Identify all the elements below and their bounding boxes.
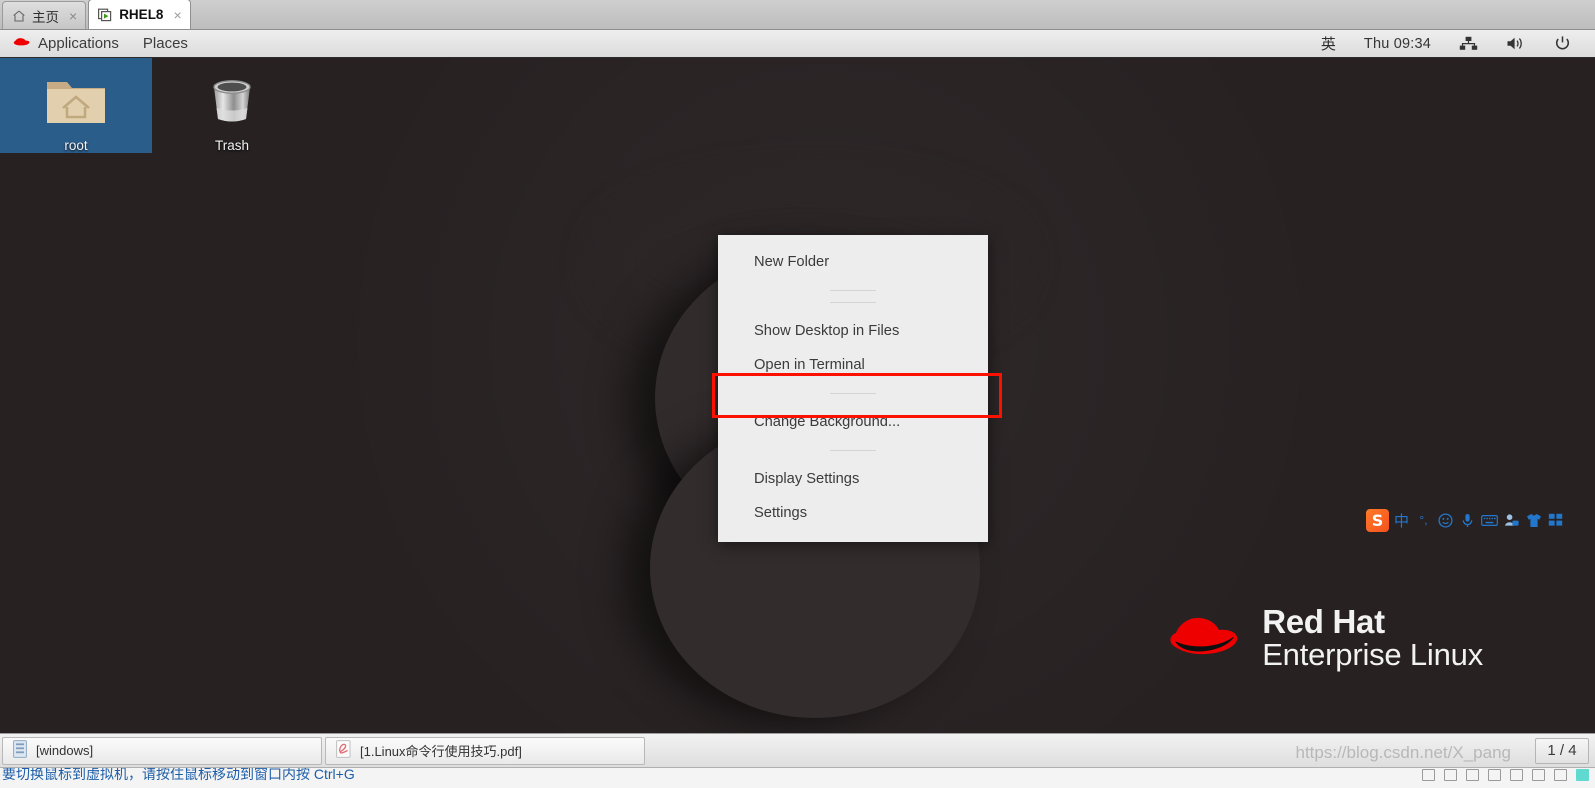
keyboard-icon[interactable] — [1480, 509, 1499, 531]
clipped-status-text: 要切换鼠标到虚拟机，请按住鼠标移动到窗口内按 Ctrl+G — [2, 767, 355, 782]
sogou-logo-icon[interactable]: S — [1366, 508, 1389, 532]
desktop-icon-root-label: root — [64, 138, 88, 153]
status-icon-printer[interactable] — [1532, 769, 1545, 781]
places-menu-label: Places — [142, 35, 188, 52]
home-icon — [12, 9, 26, 23]
clipped-status-icons — [1422, 769, 1589, 781]
context-menu-item-change-background[interactable]: Change Background... — [718, 405, 988, 439]
account-icon[interactable] — [1502, 509, 1521, 531]
status-icon-hdd[interactable] — [1422, 769, 1435, 781]
trash-icon — [156, 70, 308, 132]
clock-label: Thu 09:34 — [1363, 35, 1431, 52]
window-icon — [13, 740, 27, 761]
red-hat-fedora-logo — [1166, 608, 1242, 669]
rhel-brand-line2: Enterprise Linux — [1262, 637, 1483, 673]
input-method-label: 英 — [1320, 36, 1336, 53]
input-method-indicator[interactable]: 英 — [1307, 30, 1350, 57]
volume-icon[interactable] — [1492, 30, 1540, 57]
taskbar-button-windows-label: [windows] — [36, 743, 94, 758]
taskbar: [windows] [1.Linux命令行使用技巧.pdf] 1 / 4 — [0, 733, 1595, 767]
context-menu-item-show-desktop-in-files[interactable]: Show Desktop in Files — [718, 314, 988, 348]
panel-right-group: 英 Thu 09:34 — [1307, 30, 1595, 57]
microphone-icon[interactable] — [1458, 509, 1477, 531]
taskbar-button-windows[interactable]: [windows] — [2, 736, 322, 765]
status-icon-usb[interactable] — [1488, 769, 1501, 781]
context-menu-separator — [830, 290, 876, 291]
rhel-brand-line1: Red Hat — [1262, 603, 1385, 641]
context-menu-separator — [830, 450, 876, 451]
screen-root: 主页 × RHEL8 × Applications Places 英 Thu 0… — [0, 0, 1595, 788]
rhel-branding-text: Red Hat Enterprise Linux — [1262, 605, 1483, 671]
vm-tab-home-label: 主页 — [32, 9, 59, 25]
network-icon[interactable] — [1445, 30, 1492, 57]
status-icon-cd[interactable] — [1444, 769, 1457, 781]
ime-mode-toggle[interactable]: 中 — [1392, 509, 1411, 531]
virtual-machine-icon — [98, 8, 113, 22]
status-icon-vmware[interactable] — [1576, 769, 1589, 781]
context-menu-item-new-folder[interactable]: New Folder — [718, 245, 988, 279]
context-menu-item-open-in-terminal[interactable]: Open in Terminal — [718, 348, 988, 382]
taskbar-button-pdf[interactable]: [1.Linux命令行使用技巧.pdf] — [325, 736, 645, 765]
rhel-branding: Red Hat Enterprise Linux — [1166, 605, 1483, 671]
redhat-logo-icon — [12, 35, 31, 53]
taskbar-button-pdf-label: [1.Linux命令行使用技巧.pdf] — [360, 744, 522, 759]
clock[interactable]: Thu 09:34 — [1350, 30, 1445, 57]
status-icon-sound[interactable] — [1510, 769, 1523, 781]
power-icon[interactable] — [1540, 30, 1585, 57]
context-menu-item-display-settings[interactable]: Display Settings — [718, 462, 988, 496]
vm-tab-rhel8[interactable]: RHEL8 × — [88, 0, 191, 29]
vm-tab-strip: 主页 × RHEL8 × — [0, 0, 1595, 30]
status-icon-display[interactable] — [1554, 769, 1567, 781]
grid-more-icon[interactable] — [1546, 509, 1565, 531]
pdf-icon — [336, 740, 351, 761]
places-menu[interactable]: Places — [131, 30, 200, 57]
page-indicator: 1 / 4 — [1535, 737, 1589, 764]
context-menu-separator — [830, 393, 876, 394]
applications-menu-label: Applications — [38, 35, 119, 52]
status-icon-net[interactable] — [1466, 769, 1479, 781]
emoji-icon[interactable] — [1436, 509, 1455, 531]
desktop-icon-root[interactable]: root — [0, 58, 152, 153]
sogou-ime-toolbar[interactable]: S 中 °, — [1366, 508, 1565, 532]
desktop-icon-trash-label: Trash — [214, 138, 249, 153]
gnome-top-panel: Applications Places 英 Thu 09:34 — [0, 30, 1595, 58]
desktop-icon-trash[interactable]: Trash — [156, 58, 308, 153]
vm-tab-home-close[interactable]: × — [69, 9, 77, 23]
vm-tab-rhel8-label: RHEL8 — [119, 7, 164, 22]
desktop-context-menu[interactable]: New Folder Show Desktop in Files Open in… — [718, 235, 988, 542]
vm-tab-home[interactable]: 主页 × — [2, 1, 87, 29]
panel-left-group: Applications Places — [0, 30, 200, 57]
clipped-bottom-strip: 要切换鼠标到虚拟机，请按住鼠标移动到窗口内按 Ctrl+G — [0, 767, 1595, 788]
context-menu-item-settings[interactable]: Settings — [718, 496, 988, 530]
tshirt-skin-icon[interactable] — [1524, 509, 1543, 531]
home-folder-icon — [0, 70, 152, 132]
applications-menu[interactable]: Applications — [0, 30, 131, 57]
vm-tab-rhel8-close[interactable]: × — [173, 8, 181, 22]
ime-punctuation-toggle[interactable]: °, — [1414, 509, 1433, 531]
context-menu-separator — [830, 302, 876, 303]
